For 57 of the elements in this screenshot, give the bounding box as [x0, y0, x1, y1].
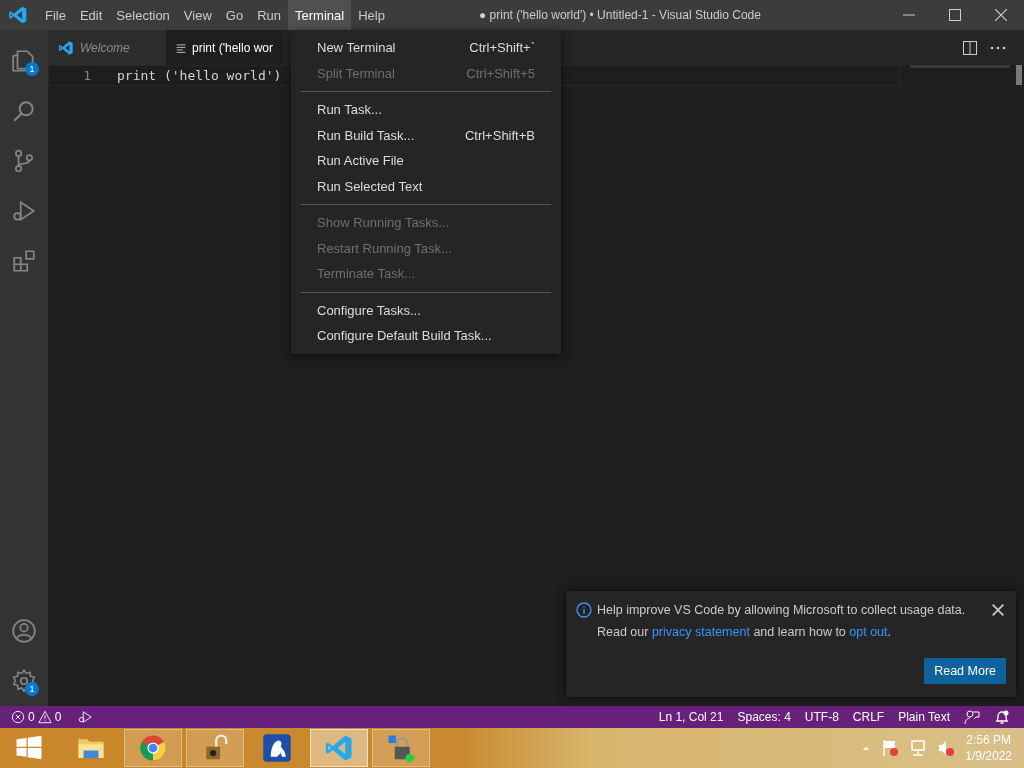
- menu-item[interactable]: Run Active File: [291, 148, 561, 174]
- menu-item[interactable]: Go: [218, 0, 251, 30]
- menu-item[interactable]: Run Build Task... Ctrl+Shift+B: [291, 122, 561, 148]
- menu-item[interactable]: Run Task...: [291, 97, 561, 123]
- taskbar-button[interactable]: [372, 729, 430, 767]
- read-more-button[interactable]: Read More: [924, 658, 1006, 684]
- play-bug-icon[interactable]: [11, 198, 37, 224]
- scrollbar-thumb[interactable]: [1016, 65, 1022, 85]
- bell-icon[interactable]: [994, 709, 1010, 725]
- status-item[interactable]: CRLF: [852, 710, 885, 724]
- editor-tab[interactable]: Welcome: [48, 30, 166, 65]
- blocks-icon[interactable]: [11, 248, 37, 274]
- status-item[interactable]: UTF-8: [804, 710, 839, 724]
- link[interactable]: privacy statement: [651, 625, 750, 639]
- status-item[interactable]: Spaces: 4: [737, 710, 791, 724]
- menu-item[interactable]: File: [38, 0, 73, 30]
- info-icon: [576, 602, 592, 618]
- debug-icon[interactable]: [78, 710, 93, 724]
- gear-icon[interactable]: [11, 668, 37, 694]
- speaker-icon[interactable]: [937, 739, 956, 757]
- close-icon[interactable]: [990, 602, 1006, 618]
- menu-item[interactable]: Terminal: [288, 0, 352, 30]
- menu-item[interactable]: Selection: [109, 0, 177, 30]
- menu-item[interactable]: New Terminal Ctrl+Shift+`: [291, 35, 561, 61]
- menu-item[interactable]: Run Selected Text: [291, 173, 561, 199]
- status-item[interactable]: Ln 1, Col 21: [658, 710, 724, 724]
- lines-icon: [176, 42, 186, 53]
- menu-item[interactable]: View: [176, 0, 219, 30]
- menu-item[interactable]: Configure Tasks...: [291, 297, 561, 323]
- count-badge: 1: [25, 682, 39, 696]
- editor-tab[interactable]: print ('hello wor: [166, 30, 283, 65]
- feedback-icon[interactable]: [964, 709, 980, 725]
- status-item[interactable]: Plain Text: [898, 710, 950, 724]
- flag-icon[interactable]: [881, 739, 900, 757]
- count-badge: 1: [25, 62, 39, 76]
- menu-item[interactable]: Edit: [72, 0, 110, 30]
- maximize-icon[interactable]: [949, 9, 961, 21]
- problems-indicator[interactable]: 0 0: [8, 710, 65, 724]
- account-icon[interactable]: [11, 618, 37, 644]
- notification-detail: Read our privacy statement and learn how to opt out.: [597, 625, 892, 639]
- menu-item[interactable]: Run: [250, 0, 288, 30]
- taskbar-button[interactable]: [186, 729, 244, 767]
- link[interactable]: opt out: [849, 625, 888, 639]
- menu-item[interactable]: Configure Default Build Task...: [291, 323, 561, 349]
- vscode-icon: [324, 733, 354, 763]
- vscode-icon: [58, 39, 74, 56]
- files-icon[interactable]: [11, 48, 37, 74]
- chrome-icon[interactable]: [138, 733, 168, 763]
- split-editor-icon[interactable]: [962, 39, 978, 56]
- menu-item[interactable]: Help: [351, 0, 392, 30]
- search-icon[interactable]: [11, 98, 37, 124]
- code-line: print ('hello world'): [117, 68, 282, 83]
- notification-message: Help improve VS Code by allowing Microsoft to collect usage data.: [597, 603, 966, 617]
- line-number: 1: [82, 68, 92, 83]
- vscode-logo: [8, 5, 28, 25]
- close-icon[interactable]: [995, 9, 1007, 21]
- window-title: ● print ('hello world') • Untitled-1 - Visual Studio Code: [478, 8, 762, 22]
